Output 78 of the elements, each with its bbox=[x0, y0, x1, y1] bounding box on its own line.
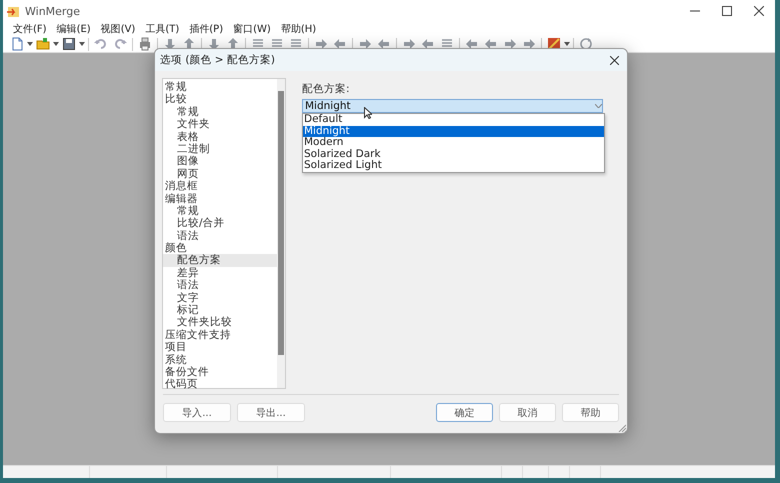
menu-item[interactable]: 文件(F) bbox=[8, 22, 52, 36]
dialog-button[interactable]: 帮助 bbox=[562, 403, 619, 422]
left-arrow-icon[interactable] bbox=[377, 37, 391, 51]
caret-icon[interactable] bbox=[53, 42, 59, 46]
left-arrow-icon[interactable] bbox=[465, 37, 479, 51]
tree-item[interactable]: 配色方案 bbox=[163, 254, 277, 267]
dialog-button[interactable]: 取消 bbox=[499, 403, 556, 422]
tree-item[interactable]: 比较/合并 bbox=[163, 217, 277, 230]
tree-item[interactable]: 文件夹 bbox=[163, 118, 277, 131]
dialog-button[interactable]: 导出... bbox=[237, 403, 305, 422]
new-file-icon[interactable] bbox=[10, 37, 24, 51]
tree-item[interactable]: 项目 bbox=[163, 341, 277, 354]
close-icon[interactable] bbox=[754, 6, 764, 16]
tree-item[interactable]: 语法 bbox=[163, 230, 277, 242]
tree-item[interactable]: 颜色 bbox=[163, 242, 277, 254]
open-folder-icon[interactable] bbox=[36, 37, 50, 51]
down-arrow-icon[interactable] bbox=[163, 37, 177, 51]
tree-item[interactable]: 常规 bbox=[163, 106, 277, 118]
tree-item[interactable]: 语法 bbox=[163, 279, 277, 292]
scrollbar-thumb[interactable] bbox=[278, 91, 284, 355]
left-arrow-icon[interactable] bbox=[484, 37, 498, 51]
dropdown-option[interactable]: Modern bbox=[303, 137, 604, 149]
printer-icon[interactable] bbox=[138, 37, 152, 51]
tree-item[interactable]: 系统 bbox=[163, 354, 277, 366]
maximize-icon[interactable] bbox=[722, 6, 732, 16]
undo-icon[interactable] bbox=[94, 37, 108, 51]
tree-item[interactable]: 备份文件 bbox=[163, 366, 277, 378]
tree-item[interactable]: 二进制 bbox=[163, 142, 277, 156]
menu-item[interactable]: 窗口(W) bbox=[228, 22, 276, 36]
tree-item[interactable]: 代码页 bbox=[163, 378, 277, 391]
caret-icon[interactable] bbox=[564, 42, 570, 46]
dialog-button[interactable]: 导入... bbox=[163, 403, 231, 422]
tree-item[interactable]: 差异 bbox=[163, 266, 277, 280]
menu-item[interactable]: 插件(P) bbox=[184, 22, 228, 36]
menu-item[interactable]: 工具(T) bbox=[140, 22, 184, 36]
refresh-icon[interactable] bbox=[579, 37, 593, 51]
menu-item[interactable]: 帮助(H) bbox=[276, 22, 322, 36]
tree-item[interactable]: 网页 bbox=[163, 168, 277, 180]
tree-item[interactable]: 表格 bbox=[163, 130, 277, 143]
dropdown-option[interactable]: Solarized Dark bbox=[303, 148, 604, 160]
dialog-button[interactable]: 确定 bbox=[436, 403, 493, 422]
dropdown-option[interactable]: Solarized Light bbox=[303, 160, 604, 172]
left-arrow-icon[interactable] bbox=[333, 37, 347, 51]
app-logo-icon bbox=[7, 4, 20, 18]
scrollbar[interactable] bbox=[277, 79, 285, 388]
caret-icon[interactable] bbox=[27, 42, 33, 46]
right-arrow-icon[interactable] bbox=[358, 37, 372, 51]
tree-item[interactable]: 消息框 bbox=[163, 180, 277, 193]
dialog-title: 选项 (颜色 > 配色方案) bbox=[160, 53, 276, 67]
tree-item[interactable]: 压缩文件支持 bbox=[163, 328, 277, 342]
tree-item[interactable]: 文字 bbox=[163, 292, 277, 304]
up-arrow-icon[interactable] bbox=[226, 37, 240, 51]
window-title: WinMerge bbox=[25, 4, 81, 18]
tree-item[interactable]: 标记 bbox=[163, 304, 277, 316]
tree-item[interactable]: 图像 bbox=[163, 155, 277, 168]
tree-item[interactable]: 文件夹比较 bbox=[163, 316, 277, 329]
tree-item[interactable]: 比较 bbox=[163, 93, 277, 106]
down-arrow-icon[interactable] bbox=[207, 37, 221, 51]
menu-item[interactable]: 视图(V) bbox=[96, 22, 140, 36]
chevron-icon bbox=[595, 104, 602, 108]
save-icon[interactable] bbox=[62, 37, 76, 51]
caret-icon[interactable] bbox=[79, 42, 85, 46]
dropdown-option[interactable]: Default bbox=[303, 114, 604, 126]
right-arrow-icon[interactable] bbox=[402, 37, 416, 51]
right-arrow-icon[interactable] bbox=[503, 37, 517, 51]
close-icon[interactable] bbox=[610, 56, 619, 64]
redo-icon[interactable] bbox=[113, 37, 127, 51]
left-arrow-icon[interactable] bbox=[421, 37, 435, 51]
dropdown-option[interactable]: Midnight bbox=[303, 126, 604, 138]
menu-item[interactable]: 编辑(E) bbox=[52, 22, 96, 36]
right-arrow-icon[interactable] bbox=[522, 37, 536, 51]
tree-item[interactable]: 编辑器 bbox=[163, 192, 277, 205]
right-arrow-icon[interactable] bbox=[314, 37, 328, 51]
tree-item[interactable]: 常规 bbox=[163, 204, 277, 218]
dropdown-field[interactable]: Midnight bbox=[302, 99, 603, 113]
field-label: 配色方案: bbox=[302, 82, 350, 96]
tree-item[interactable]: 常规 bbox=[163, 81, 277, 94]
up-arrow-icon[interactable] bbox=[182, 37, 196, 51]
